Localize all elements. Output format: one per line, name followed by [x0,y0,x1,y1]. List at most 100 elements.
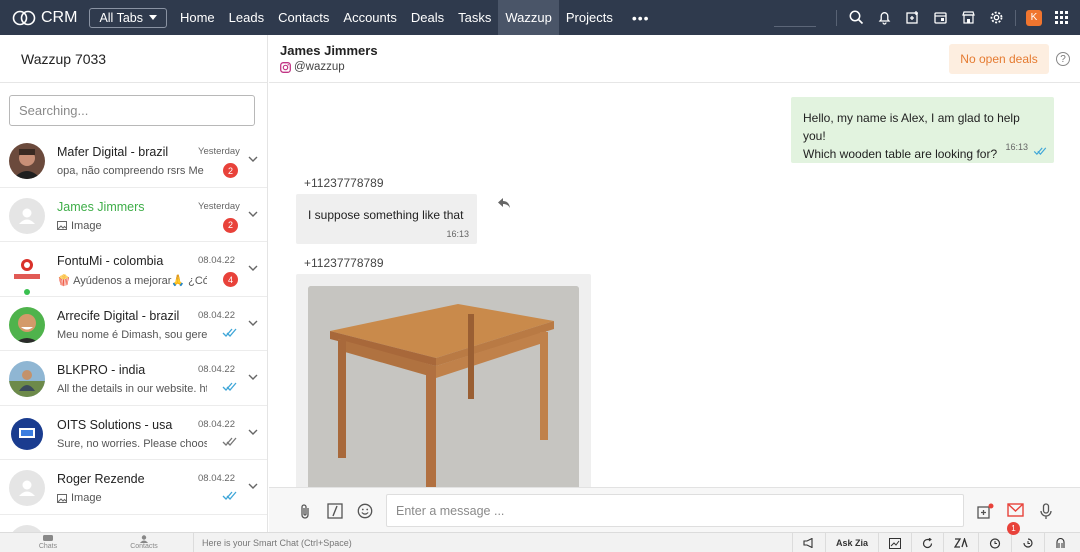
bottom-tab-contacts[interactable]: Contacts [96,533,192,552]
chat-name: Arrecife Digital - brazil [57,308,180,323]
all-tabs-dropdown[interactable]: All Tabs [89,7,167,28]
chat-time: Yesterday [198,200,240,212]
channel-title: Wazzup 7033 [0,35,267,83]
delivered-double-check-icon [222,437,237,446]
no-open-deals-button[interactable]: No open deals [949,44,1049,74]
chat-search-box[interactable] [9,95,255,126]
chat-item-james-jimmers[interactable]: James Jimmers Image Yesterday 2 [0,188,267,242]
help-icon[interactable]: ? [1056,52,1070,66]
sync-icon[interactable] [911,533,943,552]
message-input[interactable] [386,494,964,527]
image-icon [57,221,67,230]
chat-name: James Jimmers [57,199,145,214]
nav-tasks[interactable]: Tasks [451,0,498,35]
avatar-placeholder [9,197,45,234]
smart-chat-hint: Here is your Smart Chat (Ctrl+Space) [202,538,352,548]
marketplace-icon[interactable] [959,9,977,27]
chat-bubble-icon [43,535,53,541]
avatar [9,306,45,343]
chat-preview: Image [57,220,207,232]
app-name: CRM [41,8,78,26]
outgoing-message: Hello, my name is Alex, I am glad to hel… [791,97,1054,163]
incoming-message: I suppose something like that 16:13 [296,194,477,244]
crm-logo[interactable]: CRM [12,9,77,27]
chat-preview: Sure, no worries. Please choos... [57,438,207,450]
chat-name: BLKPRO - india [57,363,146,377]
bottom-tab-chats[interactable]: Chats [0,533,96,552]
search-underline [774,26,816,27]
gear-icon[interactable] [987,9,1005,27]
user-avatar[interactable]: K [1026,9,1042,26]
paperclip-icon[interactable] [299,503,311,520]
bell-icon[interactable] [875,9,893,27]
chevron-down-icon[interactable] [248,211,258,218]
announcement-icon[interactable] [791,533,825,552]
calendar-icon[interactable] [931,9,949,27]
chat-preview-text: Image [71,219,102,232]
feedback-icon[interactable] [1044,533,1076,552]
chevron-down-icon[interactable] [248,156,258,163]
chat-preview-text: Sure, no worries. Please choos... [57,437,207,450]
chat-item-roger-rezende[interactable]: Roger Rezende Image 08.04.22 [0,460,267,515]
all-tabs-label: All Tabs [99,10,143,25]
chevron-down-icon[interactable] [248,320,258,327]
nav-leads[interactable]: Leads [222,0,271,35]
alarm-clock-icon[interactable] [978,533,1011,552]
chat-preview: Image [57,492,207,504]
search-icon[interactable] [847,9,865,27]
smart-chat-input[interactable]: Here is your Smart Chat (Ctrl+Space) [193,533,803,552]
chat-item-partial[interactable] [0,515,267,532]
email-icon[interactable] [1007,503,1024,517]
nav-deals[interactable]: Deals [404,0,451,35]
reply-icon[interactable] [497,197,511,209]
chat-preview-text: opa, não compreendo rsrs Me ... [57,165,207,177]
bottom-status-bar: Chats Contacts Here is your Smart Chat (… [0,532,1080,552]
chat-preview-text: Meu nome é Dimash, sou gere... [57,328,207,341]
wooden-table-image[interactable] [308,286,579,487]
add-record-icon[interactable] [903,9,921,27]
history-icon[interactable] [1011,533,1044,552]
image-icon [57,493,67,503]
avatar-placeholder [9,470,45,506]
chat-search-input[interactable] [19,103,249,118]
nav-wazzup[interactable]: Wazzup [498,0,559,35]
microphone-icon[interactable] [1040,503,1052,520]
bottom-tab-label: Contacts [130,543,158,550]
messages-area: Hello, my name is Alex, I am glad to hel… [269,84,1080,487]
nav-accounts[interactable]: Accounts [336,0,403,35]
chevron-down-icon[interactable] [248,429,258,436]
nav-more-button[interactable]: ••• [620,0,662,35]
top-right-toolbar: K [774,0,1070,35]
ask-zia-button[interactable]: Ask Zia [824,533,878,552]
zia-icon[interactable] [943,533,978,552]
nav-projects[interactable]: Projects [559,0,620,35]
emoji-icon[interactable] [357,503,373,519]
chat-item-mafer-digital[interactable]: Mafer Digital - brazil opa, não compreen… [0,133,267,188]
message-sender: +11237778789 [304,256,384,270]
analytics-icon[interactable] [878,533,911,552]
chevron-down-icon[interactable] [248,374,258,381]
online-indicator [24,289,30,295]
chat-item-oits-solutions[interactable]: OITS Solutions - usa Sure, no worries. P… [0,406,267,460]
template-slash-icon[interactable] [327,503,343,519]
read-double-check-icon [1033,147,1047,155]
avatar-placeholder [9,524,45,532]
add-task-icon[interactable] [977,503,994,520]
read-double-check-icon [222,328,237,337]
chat-item-arrecife-digital[interactable]: Arrecife Digital - brazil Meu nome é Dim… [0,297,267,351]
contact-handle: @wazzup [280,61,345,73]
chat-preview-text: 🍿 Ayúdenos a mejorar🙏 ¿Có... [57,275,207,287]
chat-preview-text: All the details in our website. ht... [57,383,207,395]
nav-home[interactable]: Home [173,0,222,35]
apps-grid-icon[interactable] [1052,9,1070,27]
contact-handle-text: @wazzup [294,61,345,73]
notification-count-badge: 1 [1007,522,1020,535]
nav-contacts[interactable]: Contacts [271,0,336,35]
chat-item-blkpro[interactable]: BLKPRO - india All the details in our we… [0,351,267,406]
chevron-down-icon[interactable] [248,265,258,272]
unread-badge: 2 [223,163,238,178]
chat-item-fontumi[interactable]: FontuMi - colombia 🍿 Ayúdenos a mejorar🙏… [0,242,267,297]
chat-time: 08.04.22 [198,255,235,266]
message-composer [269,487,1080,532]
chevron-down-icon[interactable] [248,483,258,490]
